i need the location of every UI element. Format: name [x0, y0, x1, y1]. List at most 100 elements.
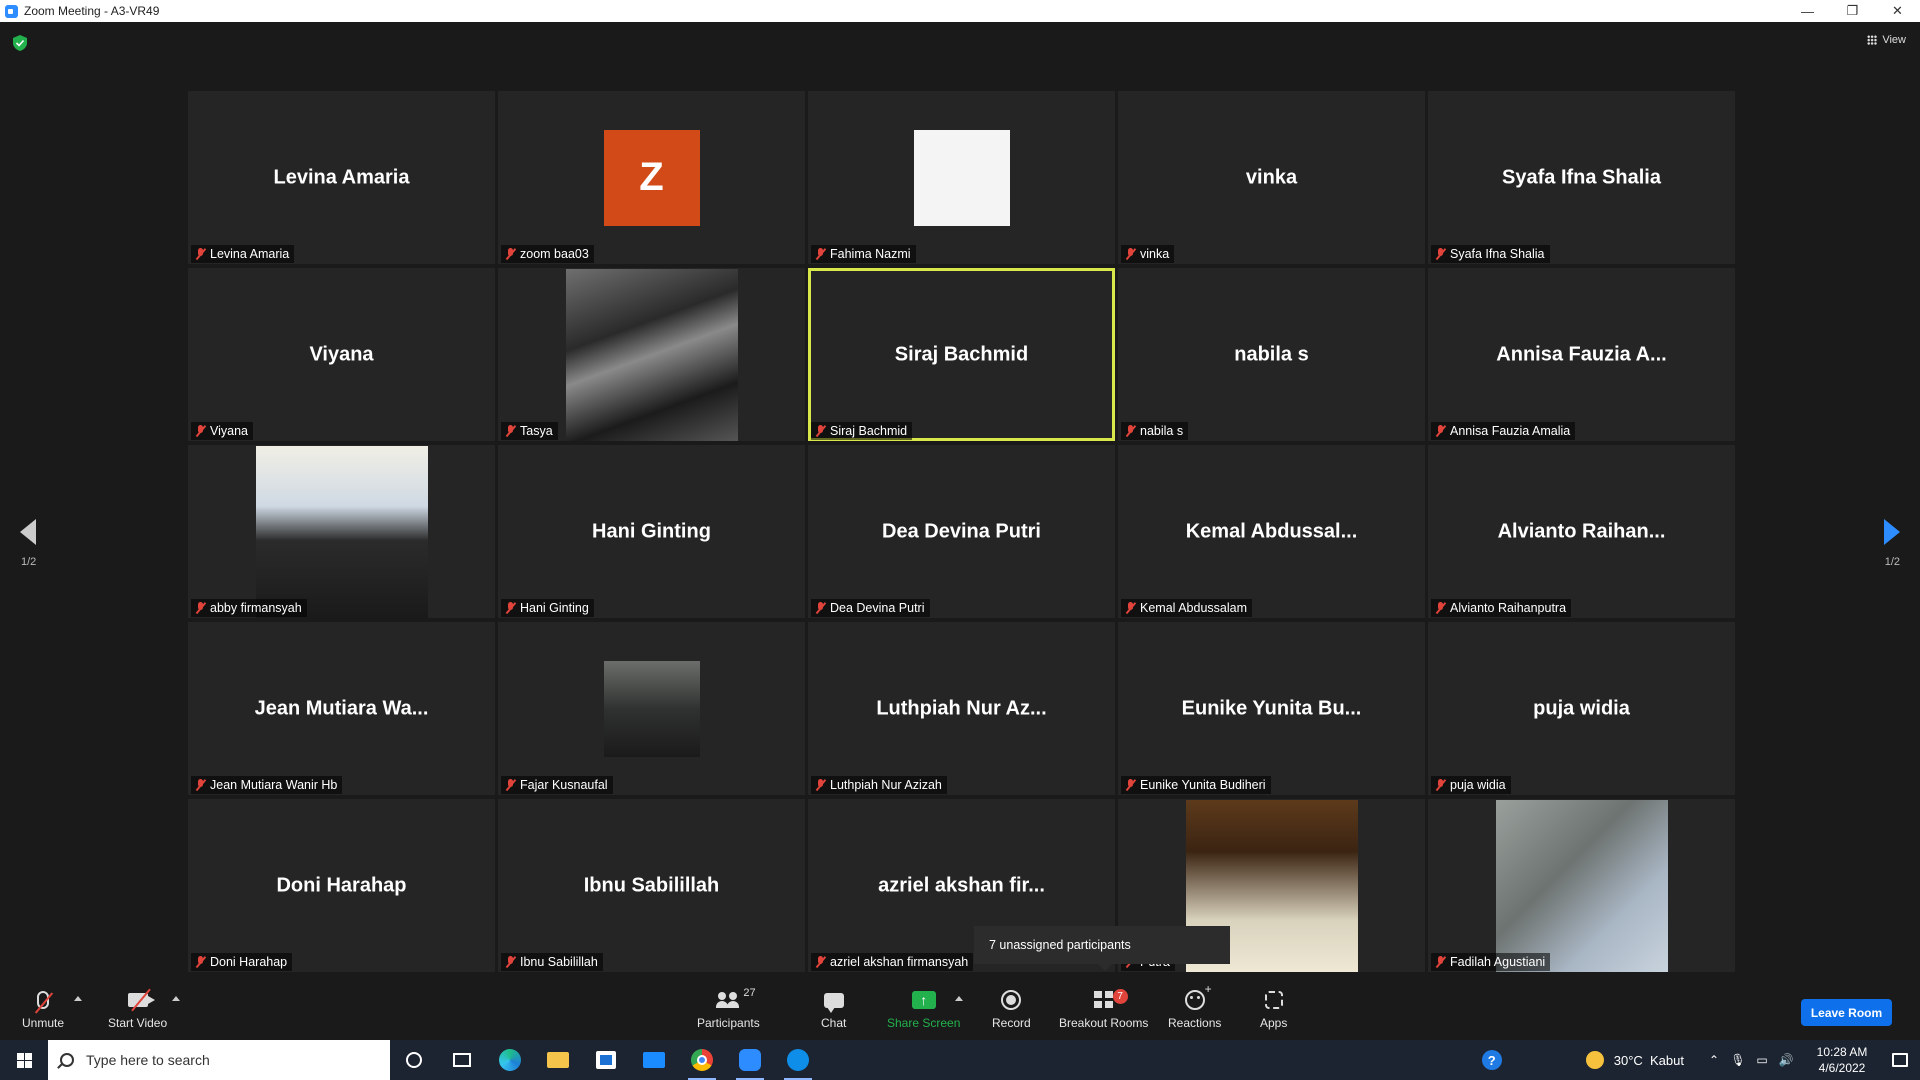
cortana-button[interactable] [390, 1040, 438, 1080]
video-options-caret-icon[interactable] [172, 996, 180, 1001]
muted-mic-icon [1435, 425, 1446, 437]
participant-tile[interactable]: Jean Mutiara Wa... Jean Mutiara Wanir Hb [188, 622, 495, 795]
participant-tile[interactable]: Luthpiah Nur Az... Luthpiah Nur Azizah [808, 622, 1115, 795]
participant-display-name: Doni Harahap [276, 874, 407, 896]
participant-tile[interactable]: puja widia puja widia [1428, 622, 1735, 795]
mail-button[interactable] [630, 1040, 678, 1080]
teamviewer-button[interactable] [774, 1040, 822, 1080]
participant-tile[interactable]: Alvianto Raihan... Alvianto Raihanputra [1428, 445, 1735, 618]
page-indicator-right: 1/2 [1884, 556, 1900, 568]
participant-tile[interactable]: Fadilah Agustiani [1428, 799, 1735, 972]
participant-tile[interactable]: Levina Amaria Levina Amaria [188, 91, 495, 264]
previous-page-arrow-icon[interactable] [20, 519, 36, 545]
apps-label: Apps [1260, 1016, 1288, 1030]
muted-mic-icon [505, 602, 516, 614]
record-icon [1001, 990, 1022, 1010]
restore-button[interactable]: ❐ [1830, 0, 1875, 22]
notification-center-button[interactable] [1880, 1040, 1920, 1080]
chat-button[interactable]: Chat [821, 987, 846, 1030]
taskbar-search-input[interactable]: Type here to search [48, 1040, 390, 1080]
audio-options-caret-icon[interactable] [74, 996, 82, 1001]
participants-button[interactable]: 27 Participants [697, 987, 760, 1030]
participant-tile[interactable]: Tasya [498, 268, 805, 441]
participant-tile[interactable]: Kemal Abdussal... Kemal Abdussalam [1118, 445, 1425, 618]
weather-widget[interactable]: 30°C Kabut [1614, 1053, 1684, 1068]
volume-icon[interactable]: 🔊 [1774, 1040, 1798, 1080]
share-screen-button[interactable]: ↑ Share Screen [887, 987, 960, 1030]
window-titlebar: Zoom Meeting - A3-VR49 — ❐ ✕ [0, 0, 1920, 22]
unmute-button[interactable]: Unmute [22, 987, 64, 1030]
close-button[interactable]: ✕ [1875, 0, 1920, 22]
microphone-icon[interactable]: 🎙 [1726, 1040, 1750, 1080]
participant-tile[interactable]: nabila s nabila s [1118, 268, 1425, 441]
muted-mic-icon [1435, 956, 1446, 968]
edge-button[interactable] [486, 1040, 534, 1080]
participant-display-name: nabila s [1234, 343, 1309, 365]
participant-tile[interactable]: Hani Ginting Hani Ginting [498, 445, 805, 618]
minimize-button[interactable]: — [1785, 0, 1830, 22]
participant-tile[interactable]: Syafa Ifna Shalia Syafa Ifna Shalia [1428, 91, 1735, 264]
muted-mic-icon [505, 956, 516, 968]
participant-tile[interactable]: Zzoom baa03 [498, 91, 805, 264]
participant-name-label: Viyana [191, 422, 253, 440]
participants-label: Participants [697, 1016, 760, 1030]
muted-mic-icon [1125, 602, 1136, 614]
participant-display-name: Levina Amaria [273, 166, 410, 188]
participant-name: Levina Amaria [210, 247, 290, 261]
participant-tile[interactable]: Eunike Yunita Bu... Eunike Yunita Budiher… [1118, 622, 1425, 795]
muted-mic-icon [195, 956, 206, 968]
muted-mic-icon [815, 425, 826, 437]
participant-tile[interactable]: vinka vinka [1118, 91, 1425, 264]
participant-tile[interactable]: Dea Devina Putri Dea Devina Putri [808, 445, 1115, 618]
participant-name-label: Eunike Yunita Budiheri [1121, 776, 1271, 794]
apps-button[interactable]: Apps [1260, 987, 1287, 1030]
windows-logo-icon [16, 1052, 32, 1068]
next-page-arrow-icon[interactable] [1884, 519, 1900, 545]
start-video-button[interactable]: Start Video [108, 987, 167, 1030]
show-hidden-icons-icon[interactable]: ⌃ [1702, 1040, 1726, 1080]
leave-room-button[interactable]: Leave Room [1801, 999, 1892, 1026]
taskbar-clock[interactable]: 10:28 AM 4/6/2022 [1804, 1044, 1880, 1076]
muted-mic-icon [815, 602, 826, 614]
muted-mic-icon [195, 779, 206, 791]
participant-display-name: Alvianto Raihan... [1497, 520, 1666, 542]
zoom-taskbar-button[interactable] [726, 1040, 774, 1080]
participant-display-name: Syafa Ifna Shalia [1502, 166, 1661, 188]
chrome-button[interactable] [678, 1040, 726, 1080]
reactions-button[interactable]: Reactions [1168, 982, 1221, 1030]
participant-tile[interactable]: Fahima Nazmi [808, 91, 1115, 264]
weather-icon [1585, 1051, 1604, 1069]
participant-name: Alvianto Raihanputra [1450, 601, 1567, 615]
record-button[interactable]: Record [992, 987, 1031, 1030]
file-explorer-button[interactable] [534, 1040, 582, 1080]
participant-display-name: azriel akshan fir... [878, 874, 1045, 896]
participant-name: Dea Devina Putri [830, 601, 925, 615]
participant-name-label: Syafa Ifna Shalia [1431, 245, 1550, 263]
breakout-rooms-label: Breakout Rooms [1059, 1016, 1149, 1030]
participant-tile[interactable]: Siraj Bachmid Siraj Bachmid [808, 268, 1115, 441]
task-view-button[interactable] [438, 1040, 486, 1080]
network-icon[interactable]: ▭ [1750, 1040, 1774, 1080]
search-icon [60, 1053, 74, 1067]
participant-tile[interactable]: Doni Harahap Doni Harahap [188, 799, 495, 972]
participant-tile[interactable]: Viyana Viyana [188, 268, 495, 441]
participant-tile[interactable]: abby firmansyah [188, 445, 495, 618]
share-options-caret-icon[interactable] [955, 996, 963, 1001]
participant-name-label: Fajar Kusnaufal [501, 776, 613, 794]
clock-time: 10:28 AM [1816, 1045, 1868, 1059]
store-button[interactable] [582, 1040, 630, 1080]
participant-tile[interactable]: Annisa Fauzia A... Annisa Fauzia Amalia [1428, 268, 1735, 441]
participant-name: Kemal Abdussalam [1140, 601, 1248, 615]
help-icon[interactable]: ? [1481, 1050, 1502, 1070]
start-button[interactable] [0, 1040, 48, 1080]
shield-icon[interactable] [13, 35, 27, 51]
participant-tile[interactable]: Ibnu Sabilillah Ibnu Sabilillah [498, 799, 805, 972]
participant-name-label: zoom baa03 [501, 245, 594, 263]
participant-name: Annisa Fauzia Amalia [1450, 424, 1571, 438]
breakout-rooms-button[interactable]: 7 Breakout Rooms [1059, 987, 1148, 1030]
muted-mic-icon [815, 248, 826, 260]
participant-tile[interactable]: Fajar Kusnaufal [498, 622, 805, 795]
view-button[interactable]: View [1867, 34, 1906, 46]
participant-name-label: Tasya [501, 422, 558, 440]
notification-icon [1892, 1053, 1908, 1067]
